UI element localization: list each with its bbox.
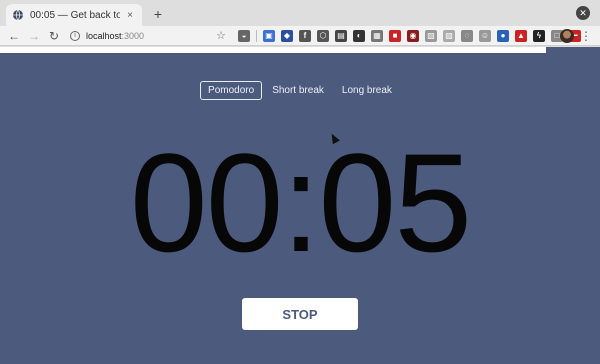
- circle-ext-icon[interactable]: ◌: [461, 30, 473, 42]
- tab-title: 00:05 — Get back to work: [30, 9, 120, 21]
- mode-tab-long-break[interactable]: Long break: [334, 81, 400, 100]
- ublock-icon[interactable]: ◉: [407, 30, 419, 42]
- bolt-ext-icon[interactable]: ϟ: [533, 30, 545, 42]
- gray-ext-icon[interactable]: ▨: [443, 30, 455, 42]
- progress-bar: [0, 47, 546, 53]
- globe-icon: [13, 9, 23, 21]
- browser-menu-icon[interactable]: ⋮: [580, 28, 592, 44]
- mode-tabs: Pomodoro Short break Long break: [0, 81, 600, 100]
- back-button[interactable]: ←: [6, 28, 22, 44]
- url-host: localhost: [86, 31, 122, 41]
- browser-toolbar: ← → ↻ i localhost:3000 ☆ ◒ ▣ ◆ f ⬡ ▤ ◐ ▦ ■ ◉ ▧ ▨ ◌ ☺ ●…: [0, 26, 600, 46]
- forward-button[interactable]: →: [26, 28, 42, 44]
- pocket-icon[interactable]: ◒: [238, 30, 250, 42]
- stop-button[interactable]: STOP: [242, 298, 358, 330]
- screenshot-icon[interactable]: ▦: [371, 30, 383, 42]
- dark-reader-icon[interactable]: ◐: [353, 30, 365, 42]
- shield-icon[interactable]: ⬡: [317, 30, 329, 42]
- smile-ext-icon[interactable]: ☺: [479, 30, 491, 42]
- browser-tab[interactable]: 00:05 — Get back to work ×: [6, 4, 142, 26]
- rocket-ext-icon[interactable]: ▲: [515, 30, 527, 42]
- extension-blue-badge-icon[interactable]: ◆: [281, 30, 293, 42]
- mode-tab-short-break[interactable]: Short break: [264, 81, 332, 100]
- browser-tab-strip: 00:05 — Get back to work × + ✕: [0, 0, 600, 26]
- lastpass-icon[interactable]: ■: [389, 30, 401, 42]
- tampermonkey-icon[interactable]: ▤: [335, 30, 347, 42]
- extensions-bar: ◒ ▣ ◆ f ⬡ ▤ ◐ ▦ ■ ◉ ▧ ▨ ◌ ☺ ● ▲ ϟ □ ━: [238, 30, 581, 42]
- timer-display: 00:05: [129, 124, 472, 281]
- info-icon[interactable]: i: [70, 31, 80, 41]
- window-close-button[interactable]: ✕: [576, 6, 590, 20]
- new-tab-button[interactable]: +: [150, 6, 166, 22]
- address-bar[interactable]: i localhost:3000: [66, 28, 234, 44]
- tab-close-icon[interactable]: ×: [124, 10, 136, 21]
- reload-button[interactable]: ↻: [46, 28, 62, 44]
- extension-red-badge-icon[interactable]: ▣: [263, 30, 275, 42]
- toolbar-separator: [256, 30, 257, 42]
- mode-tab-pomodoro[interactable]: Pomodoro: [200, 81, 263, 100]
- url-port: :3000: [121, 31, 145, 41]
- profile-avatar[interactable]: [560, 29, 574, 43]
- formula-icon[interactable]: f: [299, 30, 311, 42]
- bookmark-star-icon[interactable]: ☆: [216, 28, 226, 44]
- pomodoro-app: Pomodoro Short break Long break 00:05 STOP: [0, 47, 600, 364]
- blue-dot-ext-icon[interactable]: ●: [497, 30, 509, 42]
- grid-ext-icon[interactable]: ▧: [425, 30, 437, 42]
